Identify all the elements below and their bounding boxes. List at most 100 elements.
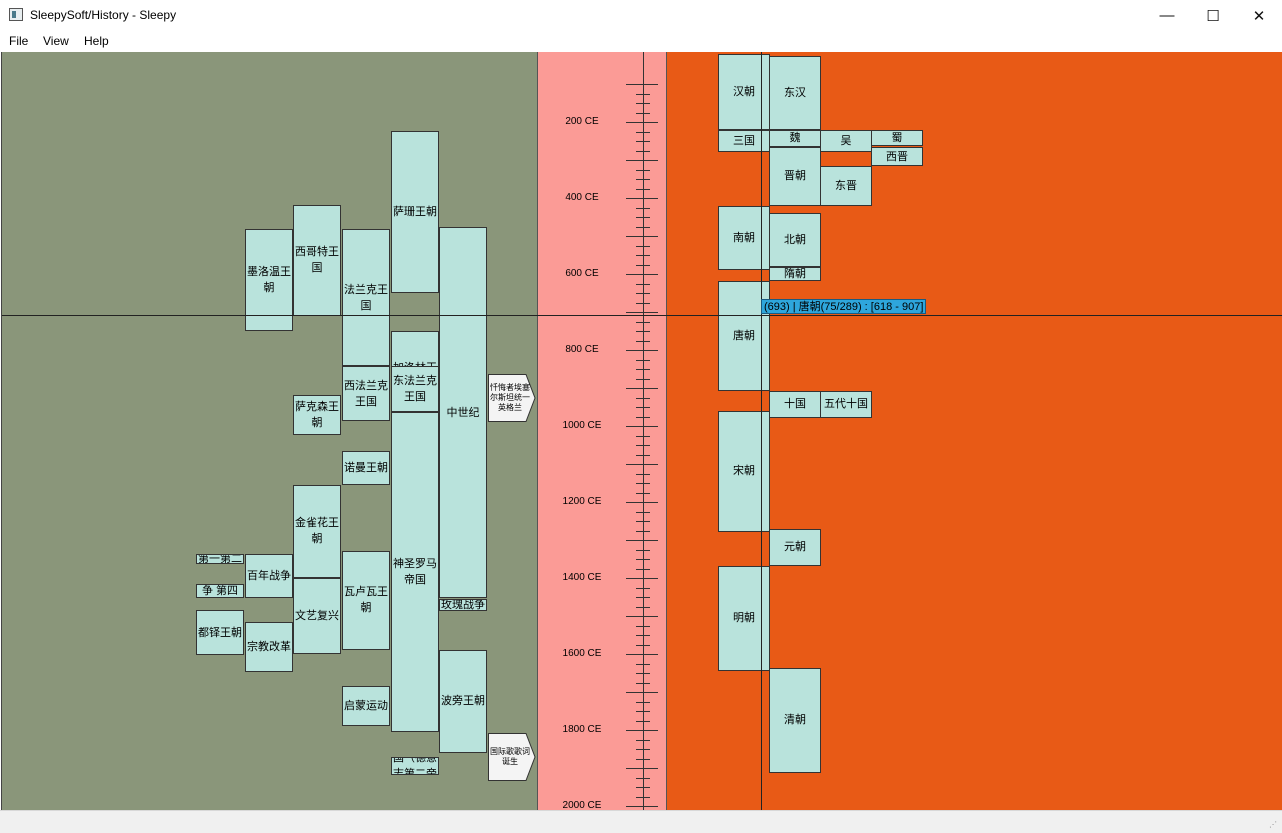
axis-tick (626, 692, 658, 693)
event-flag[interactable]: 忏悔者埃塞尔斯坦统一英格兰 (488, 374, 536, 423)
app-icon (9, 8, 23, 21)
event-box[interactable]: 瓦卢瓦王朝 (342, 550, 390, 650)
axis-tick-label: 1600 CE (562, 648, 602, 659)
axis-tick (626, 730, 658, 731)
time-axis-pane[interactable]: 200 CE 400 CE 600 CE 800 CE 1000 CE 1200 CE 14… (537, 52, 667, 810)
dynasty-box[interactable]: 蜀 (871, 129, 923, 146)
axis-tick (626, 122, 658, 123)
axis-tick (626, 768, 658, 769)
event-box[interactable]: 萨克森王朝 (293, 395, 341, 436)
axis-tick (636, 711, 650, 712)
dynasty-box[interactable]: 十国 (769, 390, 821, 419)
event-box[interactable]: 神圣罗马帝国 (391, 411, 439, 733)
axis-tick-label: 600 CE (565, 268, 599, 279)
axis-tick (636, 530, 650, 532)
menu-file[interactable]: File (9, 34, 28, 48)
menu-view[interactable]: View (43, 34, 69, 48)
crosshair-horizontal (2, 315, 1282, 316)
axis-tick (636, 758, 650, 760)
event-flag[interactable]: 国际歌歌词诞生 (488, 732, 536, 781)
event-box[interactable]: 宗教改革 (245, 622, 293, 673)
dynasty-box[interactable]: 明朝 (718, 565, 770, 671)
title-bar: SleepySoft/History - Sleepy — ☐ ✕ (0, 0, 1282, 31)
dynasty-box[interactable]: 魏 (769, 129, 821, 147)
axis-tick (636, 625, 650, 627)
axis-tick (636, 635, 650, 636)
maximize-button[interactable]: ☐ (1190, 0, 1236, 31)
axis-tick (636, 435, 650, 437)
event-box[interactable]: 金雀花王朝 (293, 484, 341, 578)
dynasty-box[interactable]: 东晋 (820, 166, 872, 206)
axis-tick (636, 483, 650, 484)
event-box[interactable]: 文艺复兴 (293, 578, 341, 654)
axis-tick (636, 454, 650, 456)
dynasty-box[interactable]: 清朝 (769, 667, 821, 773)
dynasty-box[interactable]: 吴 (820, 130, 872, 153)
axis-tick (636, 378, 650, 380)
minimize-button[interactable]: — (1144, 0, 1190, 31)
axis-tick-label: 1200 CE (562, 496, 602, 507)
axis-tick (626, 654, 658, 655)
dynasty-box[interactable]: 唐朝 (718, 280, 770, 391)
event-box[interactable]: 诺曼王朝 (342, 451, 390, 485)
flag-label: 国际歌歌词诞生 (490, 746, 530, 766)
dynasty-box[interactable]: 元朝 (769, 528, 821, 566)
axis-tick (626, 160, 658, 161)
event-box[interactable]: 百年战争 (245, 554, 293, 599)
dynasty-box[interactable]: 西晋 (871, 146, 923, 167)
event-box[interactable]: 启蒙运动 (342, 686, 390, 726)
timeline-canvas[interactable]: 萨珊王朝西哥特王国墨洛温王朝法兰克王国中世纪加洛林王朝东法兰克王国西法兰克王国萨… (1, 52, 1282, 810)
axis-tick (636, 749, 650, 750)
event-box[interactable]: 波旁王朝 (439, 649, 487, 754)
event-box[interactable]: 东法兰克王国 (391, 366, 439, 412)
axis-tick (626, 540, 658, 541)
axis-tick (636, 416, 650, 418)
event-box[interactable]: 都铎王朝 (196, 610, 244, 656)
axis-tick (636, 701, 650, 703)
axis-tick-label: 1400 CE (562, 572, 602, 583)
event-box[interactable]: 西哥特王国 (293, 204, 341, 317)
axis-tick (636, 587, 650, 589)
dynasty-box[interactable]: 隋朝 (769, 266, 821, 281)
event-box[interactable]: 萨珊王朝 (391, 131, 439, 294)
axis-tick (626, 616, 658, 617)
event-box[interactable]: 争 第四 (196, 583, 244, 599)
axis-tick (636, 217, 650, 218)
dynasty-box[interactable]: 五代十国 (820, 390, 872, 419)
event-box[interactable]: 法兰克王国 (342, 228, 390, 367)
china-timeline-pane[interactable]: 汉朝 东汉 三国魏吴蜀西晋 晋朝 东晋南朝 北朝 隋朝 唐朝 十国 五代十国宋朝 元朝 明朝 清朝 (667, 52, 1282, 810)
axis-tick (636, 739, 650, 741)
dynasty-box[interactable]: 三国 (718, 129, 770, 153)
axis-tick (636, 226, 650, 228)
dynasty-box[interactable]: 东汉 (769, 55, 821, 130)
axis-tick (626, 388, 658, 389)
dynasty-box[interactable]: 宋朝 (718, 410, 770, 533)
axis-tick (626, 274, 658, 275)
axis-tick (626, 236, 658, 237)
dynasty-box[interactable]: 南朝 (718, 205, 770, 270)
dynasty-box[interactable]: 北朝 (769, 212, 821, 267)
axis-tick (626, 426, 658, 427)
event-box[interactable]: 玫瑰战争 (439, 598, 487, 612)
event-box[interactable]: 西法兰克王国 (342, 366, 390, 422)
dynasty-box[interactable]: 汉朝 (718, 53, 770, 130)
event-box[interactable]: 国（德意志第二帝 (391, 756, 439, 775)
event-box[interactable]: 第一第二 (196, 554, 244, 565)
close-button[interactable]: ✕ (1236, 0, 1282, 31)
axis-tick-label: 800 CE (565, 344, 599, 355)
axis-tick (626, 312, 658, 313)
menu-help[interactable]: Help (84, 34, 109, 48)
event-box[interactable]: 中世纪 (439, 226, 487, 599)
axis-tick (636, 682, 650, 684)
axis-tick (636, 131, 650, 133)
europe-timeline-pane[interactable]: 萨珊王朝西哥特王国墨洛温王朝法兰克王国中世纪加洛林王朝东法兰克王国西法兰克王国萨… (2, 52, 537, 810)
dynasty-box[interactable]: 晋朝 (769, 147, 821, 206)
axis-tick (636, 397, 650, 399)
axis-tick (626, 198, 658, 199)
axis-tick-label: 400 CE (565, 192, 599, 203)
axis-tick (626, 806, 658, 807)
resize-grip-icon[interactable]: ⋰ (1269, 820, 1279, 830)
axis-tick (636, 264, 650, 266)
window-title: SleepySoft/History - Sleepy (30, 8, 177, 22)
axis-tick-label: 1800 CE (562, 724, 602, 735)
